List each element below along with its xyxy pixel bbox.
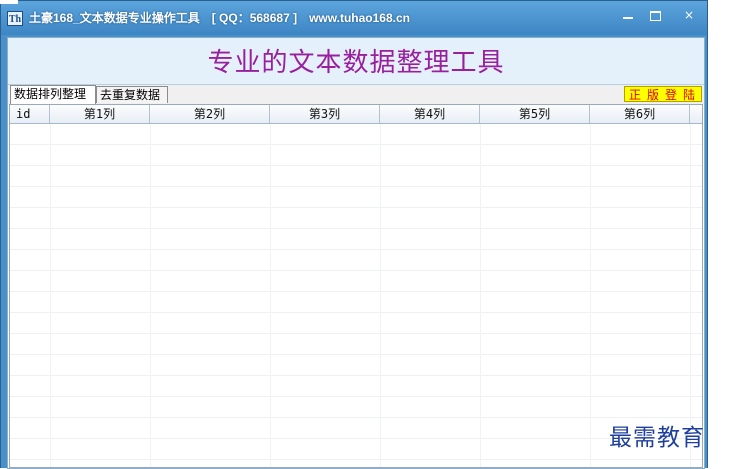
grid-column-divider [150,124,151,467]
grid-column-divider [690,124,691,467]
app-logo-icon: Th [7,11,23,26]
column-header-col6[interactable]: 第6列 [590,105,690,123]
grid-column-divider [270,124,271,467]
app-window: Th 土豪168_文本数据专业操作工具 [ QQ：568687 ] www.tu… [0,0,708,469]
column-header-col5[interactable]: 第5列 [480,105,590,123]
grid-column-divider [480,124,481,467]
client-area: 专业的文本数据整理工具 数据排列整理 去重复数据 正版登陆 id 第1列 第2列… [7,37,705,469]
banner: 专业的文本数据整理工具 [8,38,704,85]
close-icon: × [683,8,695,22]
column-header-col1[interactable]: 第1列 [50,105,150,123]
minimize-icon [623,17,633,19]
close-button[interactable]: × [677,7,701,25]
column-header-id[interactable]: id [10,105,50,123]
banner-title: 专业的文本数据整理工具 [207,48,505,78]
register-button[interactable]: 正版登陆 [624,86,702,102]
title-bar[interactable]: Th 土豪168_文本数据专业操作工具 [ QQ：568687 ] www.tu… [1,1,707,35]
data-grid[interactable]: id 第1列 第2列 第3列 第4列 第5列 第6列 [9,104,703,468]
grid-column-divider [590,124,591,467]
maximize-button[interactable] [643,7,667,25]
watermark: 最需教育 [609,425,705,451]
tab-dedupe[interactable]: 去重复数据 [96,86,168,103]
maximize-icon [649,11,661,21]
column-header-col4[interactable]: 第4列 [380,105,480,123]
tab-strip: 数据排列整理 去重复数据 正版登陆 [8,85,704,104]
window-title: 土豪168_文本数据专业操作工具 [ QQ：568687 ] www.tuhao… [29,11,410,25]
grid-column-divider [380,124,381,467]
grid-body[interactable] [10,124,702,467]
grid-column-divider [50,124,51,467]
grid-header: id 第1列 第2列 第3列 第4列 第5列 第6列 [10,105,702,124]
minimize-button[interactable] [616,7,640,25]
tab-data-sort[interactable]: 数据排列整理 [10,85,96,104]
screen-edge [0,0,18,4]
column-header-col3[interactable]: 第3列 [270,105,380,123]
column-header-col2[interactable]: 第2列 [150,105,270,123]
